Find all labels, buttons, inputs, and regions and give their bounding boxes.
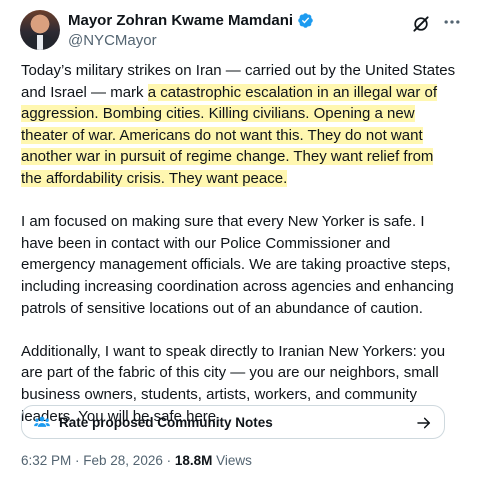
rate-community-notes-button[interactable]: Rate proposed Community Notes <box>21 405 445 439</box>
tweet-header: Mayor Zohran Kwame Mamdani @NYCMayor <box>20 10 461 50</box>
name-row: Mayor Zohran Kwame Mamdani <box>68 12 314 29</box>
views-count[interactable]: 18.8M <box>175 453 213 468</box>
avatar-shirt <box>37 35 43 50</box>
meta-separator: · <box>162 453 175 468</box>
community-notes-label: Rate proposed Community Notes <box>59 414 273 430</box>
avatar[interactable] <box>20 10 60 50</box>
tweet-text: Today’s military strikes on Iran — carri… <box>21 60 457 427</box>
handle[interactable]: @NYCMayor <box>68 32 157 49</box>
tweet-meta: 6:32 PM · Feb 28, 2026 · 18.8M Views <box>21 453 252 468</box>
tweet: Mayor Zohran Kwame Mamdani @NYCMayor Tod… <box>0 0 481 479</box>
tweet-paragraph-2: I am focused on making sure that every N… <box>21 213 454 317</box>
views-label: Views <box>212 453 252 468</box>
arrow-right-icon <box>417 417 431 429</box>
verified-badge-icon <box>298 13 313 28</box>
more-icon[interactable] <box>442 12 462 32</box>
people-icon <box>34 416 50 427</box>
tweet-paragraph-1: Today’s military strikes on Iran — carri… <box>21 60 457 190</box>
display-name[interactable]: Mayor Zohran Kwame Mamdani <box>68 12 293 29</box>
grok-icon[interactable] <box>411 14 431 34</box>
tweet-date[interactable]: Feb 28, 2026 <box>83 453 163 468</box>
meta-separator: · <box>71 453 84 468</box>
tweet-time[interactable]: 6:32 PM <box>21 453 71 468</box>
